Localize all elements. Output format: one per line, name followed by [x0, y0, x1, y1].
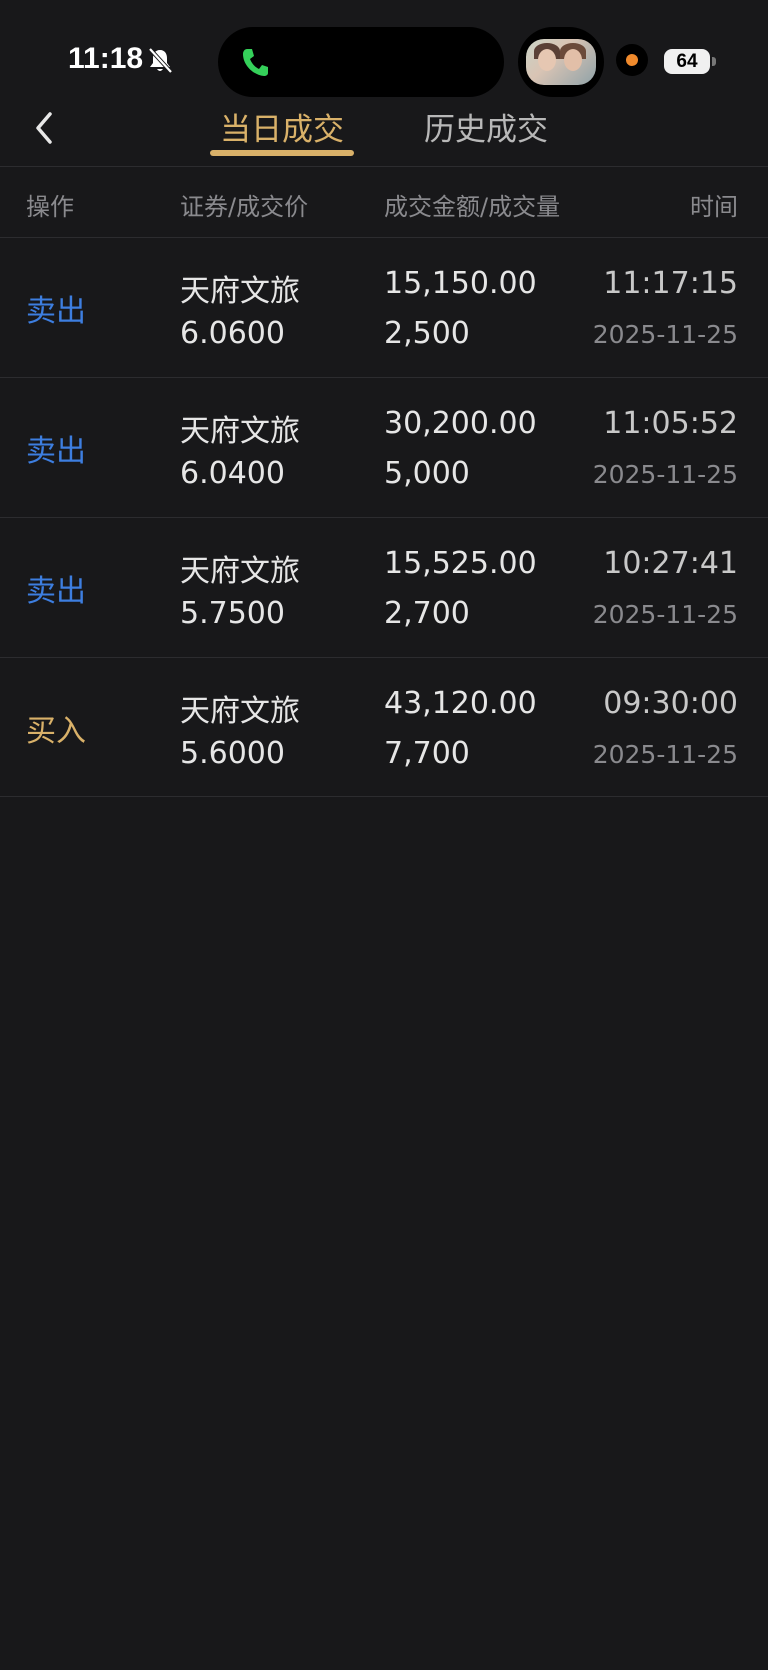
trade-time: 11:05:52 — [603, 406, 738, 441]
trade-action: 卖出 — [26, 434, 86, 469]
header-security-price: 证券/成交价 — [180, 193, 309, 221]
security-name: 天府文旅 — [180, 694, 300, 729]
battery-icon: 64 — [664, 49, 710, 74]
trade-action: 买入 — [26, 714, 86, 749]
security-name: 天府文旅 — [180, 274, 300, 309]
trade-price: 5.7500 — [180, 596, 285, 631]
trade-time: 11:17:15 — [603, 266, 738, 301]
security-name: 天府文旅 — [180, 554, 300, 589]
trade-amount: 30,200.00 — [384, 406, 537, 441]
trade-amount: 15,525.00 — [384, 546, 537, 581]
battery-cap — [712, 57, 716, 66]
orange-dot-icon — [626, 54, 638, 66]
trade-volume: 5,000 — [384, 456, 470, 491]
trade-volume: 2,500 — [384, 316, 470, 351]
back-arrow-icon[interactable] — [28, 108, 60, 148]
trade-action: 卖出 — [26, 294, 86, 329]
trade-date: 2025-11-25 — [592, 740, 738, 769]
trade-date: 2025-11-25 — [592, 600, 738, 629]
trade-volume: 7,700 — [384, 736, 470, 771]
trade-amount: 43,120.00 — [384, 686, 537, 721]
trade-amount: 15,150.00 — [384, 266, 537, 301]
avatar — [526, 39, 596, 85]
trade-volume: 2,700 — [384, 596, 470, 631]
trade-action: 卖出 — [26, 574, 86, 609]
table-row[interactable]: 买入 天府文旅 5.6000 43,120.00 7,700 09:30:00 … — [0, 658, 768, 797]
table-row[interactable]: 卖出 天府文旅 5.7500 15,525.00 2,700 10:27:41 … — [0, 518, 768, 657]
active-tab-indicator — [210, 150, 354, 156]
trade-date: 2025-11-25 — [592, 460, 738, 489]
table-row[interactable]: 卖出 天府文旅 6.0400 30,200.00 5,000 11:05:52 … — [0, 378, 768, 517]
dynamic-island[interactable] — [218, 27, 504, 97]
trade-time: 09:30:00 — [603, 686, 738, 721]
status-time: 11:18 — [68, 42, 144, 75]
phone-call-icon — [243, 49, 268, 76]
tab-today-trades[interactable]: 当日成交 — [220, 104, 344, 149]
header-time: 时间 — [690, 193, 738, 221]
tab-history-trades[interactable]: 历史成交 — [424, 104, 548, 149]
trade-price: 5.6000 — [180, 736, 285, 771]
status-bar: 11:18 64 — [0, 0, 768, 100]
top-nav: 当日成交 历史成交 — [0, 100, 768, 166]
security-name: 天府文旅 — [180, 414, 300, 449]
trade-time: 10:27:41 — [603, 546, 738, 581]
divider — [0, 796, 768, 797]
table-row[interactable]: 卖出 天府文旅 6.0600 15,150.00 2,500 11:17:15 … — [0, 238, 768, 377]
trade-price: 6.0400 — [180, 456, 285, 491]
bell-muted-icon — [148, 47, 173, 74]
trade-date: 2025-11-25 — [592, 320, 738, 349]
header-amount-volume: 成交金额/成交量 — [384, 193, 561, 221]
recording-indicator — [616, 44, 648, 76]
live-activity-avatar[interactable] — [518, 27, 604, 97]
header-operation: 操作 — [26, 193, 74, 221]
trade-price: 6.0600 — [180, 316, 285, 351]
table-header: 操作 证券/成交价 成交金额/成交量 时间 — [0, 167, 768, 237]
